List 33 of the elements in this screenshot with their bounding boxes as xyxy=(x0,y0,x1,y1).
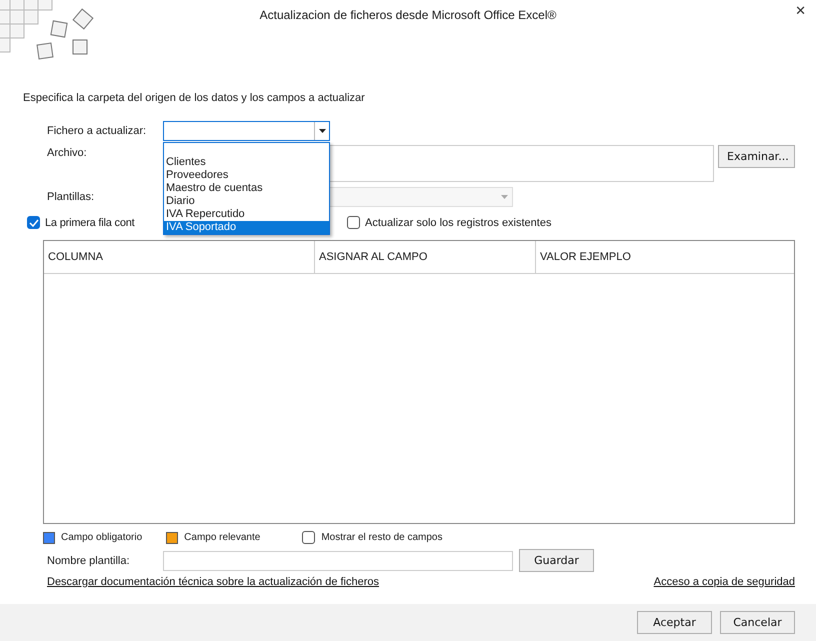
backup-link[interactable]: Acceso a copia de seguridad xyxy=(654,576,795,588)
checkbox-label: La primera fila cont xyxy=(45,216,135,228)
dropdown-option[interactable]: IVA Repercutido xyxy=(164,208,329,221)
field-label: Nombre plantilla: xyxy=(46,554,131,566)
dropdown-option[interactable]: Diario xyxy=(164,195,329,208)
checkbox-label: Actualizar solo los registros existentes xyxy=(365,216,552,228)
template-name-field[interactable] xyxy=(163,550,513,570)
dialog-button[interactable]: Aceptar xyxy=(637,611,712,634)
legend-label: Campo obligatorio xyxy=(61,532,142,543)
caret-icon xyxy=(318,129,326,133)
field-label: Plantillas: xyxy=(46,191,96,203)
dropdown-option[interactable]: IVA Soportado xyxy=(164,221,329,234)
column-header[interactable]: COLUMNA xyxy=(44,241,315,273)
column-header[interactable]: VALOR EJEMPLO xyxy=(536,241,794,273)
dropdown-option[interactable]: Maestro de cuentas xyxy=(164,182,329,195)
checkbox[interactable] xyxy=(27,216,40,229)
window-title: Actualizacion de ficheros desde Microsoft Office Excel® xyxy=(260,8,556,24)
checkbox[interactable] xyxy=(302,531,316,544)
dropdown-option[interactable]: Proveedores xyxy=(164,169,329,182)
legend-label: Campo relevante xyxy=(184,532,260,543)
browse-button[interactable]: Examinar... xyxy=(718,145,795,168)
caret-icon xyxy=(501,195,508,199)
dropdown-option[interactable]: Clientes xyxy=(164,156,329,169)
checkbox-label: Mostrar el resto de campos xyxy=(321,532,442,543)
file-dropdown[interactable] xyxy=(163,121,330,141)
field-label: Archivo: xyxy=(46,146,88,159)
documentation-link[interactable]: Descargar documentación técnica sobre la actualización de ficheros xyxy=(47,576,380,588)
dialog-button[interactable]: Cancelar xyxy=(720,611,795,634)
checkbox[interactable] xyxy=(347,216,360,229)
column-header[interactable]: ASIGNAR AL CAMPO xyxy=(315,241,536,273)
instruction-text: Especifica la carpeta del origen de los datos y los campos a actualizar xyxy=(23,91,366,106)
field-label: Fichero a actualizar: xyxy=(46,125,148,137)
save-button[interactable]: Guardar xyxy=(519,549,594,572)
